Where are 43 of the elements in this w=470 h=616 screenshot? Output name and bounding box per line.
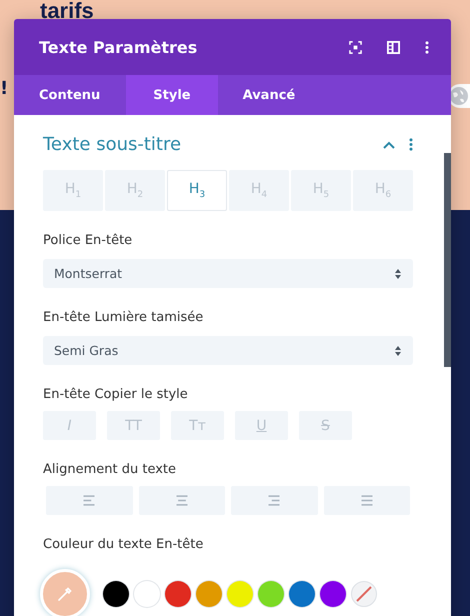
page-heading: tarifs xyxy=(40,0,94,22)
color-swatch[interactable] xyxy=(320,581,346,607)
strikethrough-button[interactable]: S xyxy=(299,411,352,440)
window-title: Texte Paramètres xyxy=(39,38,198,56)
more-icon[interactable] xyxy=(425,40,429,54)
italic-button[interactable]: I xyxy=(43,411,96,440)
heading-level-button[interactable]: H$_{3}$ xyxy=(167,170,227,211)
color-swatch[interactable] xyxy=(103,581,129,607)
underline-button[interactable]: U xyxy=(235,411,288,440)
no-color-swatch[interactable] xyxy=(351,581,377,607)
split-view-icon[interactable] xyxy=(387,40,400,54)
scrollbar[interactable] xyxy=(444,153,451,367)
sort-arrows-icon xyxy=(395,268,401,278)
align-justify-icon xyxy=(360,495,373,506)
uppercase-button[interactable]: TT xyxy=(107,411,160,440)
eyedropper-icon xyxy=(57,586,73,602)
field-label: En-tête Copier le style xyxy=(43,387,189,404)
field-label: Couleur du texte En-tête xyxy=(43,537,204,554)
field-label: En-tête Lumière tamisée xyxy=(43,310,204,327)
align-left-icon xyxy=(83,495,96,506)
align-center-icon xyxy=(176,495,188,506)
align-right-icon xyxy=(268,495,280,506)
color-swatch[interactable] xyxy=(165,581,191,607)
more-icon[interactable] xyxy=(409,138,413,151)
color-swatch[interactable] xyxy=(227,581,253,607)
page-text: ! xyxy=(0,78,8,99)
tab[interactable]: Avancé xyxy=(218,75,322,115)
font-select[interactable]: Montserrat xyxy=(43,259,413,288)
chevron-up-icon[interactable] xyxy=(383,140,395,148)
field-label: Alignement du texte xyxy=(43,462,178,479)
field-label: Police En-tête xyxy=(43,233,134,250)
color-swatch[interactable] xyxy=(289,581,315,607)
color-swatch[interactable] xyxy=(134,581,160,607)
sort-arrows-icon xyxy=(395,346,401,356)
small-caps-button[interactable]: Tт xyxy=(171,411,224,440)
fullscreen-icon[interactable] xyxy=(349,40,362,54)
section-title[interactable]: Texte sous-titre xyxy=(43,134,182,155)
color-swatch[interactable] xyxy=(258,581,284,607)
color-picker-button[interactable] xyxy=(40,569,90,616)
color-swatch[interactable] xyxy=(196,581,222,607)
weight-select[interactable]: Semi Gras xyxy=(43,336,413,365)
tab[interactable]: Contenu xyxy=(14,75,126,115)
tab[interactable]: Style xyxy=(126,75,218,115)
